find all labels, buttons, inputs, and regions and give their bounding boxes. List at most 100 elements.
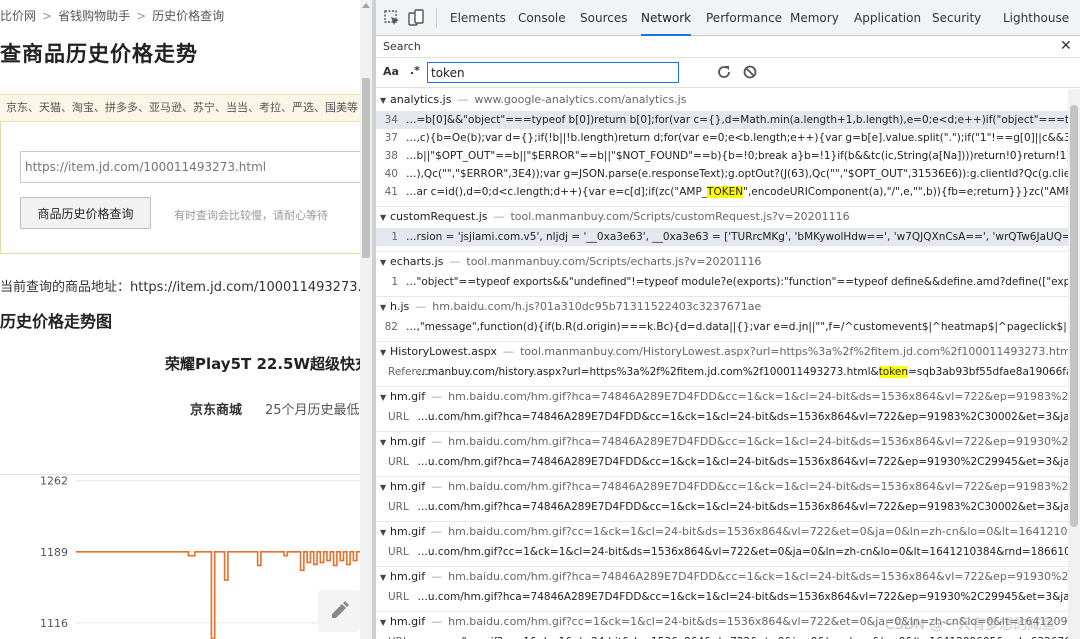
result-file-header[interactable]: ▼ hm.gif — hm.baidu.com/hm.gif?hca=74846A28…: [376, 435, 1068, 451]
match-highlight: token: [878, 366, 909, 378]
expand-triangle-icon[interactable]: ▼: [380, 528, 390, 537]
match-case-toggle[interactable]: Aa: [383, 65, 399, 78]
page-scrollbar-thumb[interactable]: [362, 78, 370, 258]
result-file-url: tool.manmanbuy.com/Scripts/customRequest…: [510, 210, 850, 223]
result-separator: —: [449, 255, 461, 268]
refresh-icon[interactable]: [716, 64, 732, 80]
devtools-panel: Elements Console Sources Network Performance…: [376, 0, 1080, 639]
tab-security[interactable]: Security: [932, 0, 981, 36]
scroll-up-arrow-icon[interactable]: [362, 3, 370, 8]
result-match-line[interactable]: 41 …ar c=id(),d=0;d<c.length;d++){var e=c…: [376, 183, 1068, 201]
breadcrumb-separator: >: [42, 9, 53, 23]
supported-platforms: 京东、天猫、淘宝、拼多多、亚马逊、苏宁、当当、考拉、严选、国美等: [0, 94, 362, 122]
result-file-header[interactable]: ▼ hm.gif — hm.baidu.com/hm.gif?hca=74846A28…: [376, 390, 1068, 406]
match-field-label: URL: [388, 411, 409, 423]
result-file-url: hm.baidu.com/hm.gif?cc=1&ck=1&cl=24-bit&…: [448, 525, 1068, 538]
match-text: …u.com/hm.gif?hca=74846A289E7D4FDD&cc=1&…: [417, 456, 1068, 468]
results-scrollbar-thumb[interactable]: [1070, 105, 1078, 527]
result-match-line[interactable]: 82 …,"message",function(d){if(b.R(d.origi…: [376, 318, 1068, 336]
breadcrumb-link-assistant[interactable]: 省钱购物助手: [58, 9, 130, 23]
tab-sources[interactable]: Sources: [580, 0, 627, 36]
search-input[interactable]: [427, 62, 679, 83]
match-text: …"object"==typeof exports&&"undefined"!=…: [406, 276, 1068, 288]
match-text: …u.com/hm.gif?hca=74846A289E7D4FDD&cc=1&…: [417, 411, 1068, 423]
expand-triangle-icon[interactable]: ▼: [380, 483, 390, 492]
result-separator: —: [493, 210, 505, 223]
match-field-label: URL: [388, 501, 409, 513]
expand-triangle-icon[interactable]: ▼: [380, 618, 390, 627]
tab-network[interactable]: Network: [641, 0, 692, 36]
search-drawer-header: Search ✕: [376, 36, 1080, 58]
result-match-line[interactable]: 38 …b||"$OPT_OUT"==b||"$ERROR"==b||"$NOT_…: [376, 147, 1068, 165]
result-match-line[interactable]: URL …u.com/hm.gif?hca=74846A289E7D4FDD&c…: [376, 588, 1068, 606]
expand-triangle-icon[interactable]: ▼: [380, 303, 390, 312]
result-match-line[interactable]: URL …u.com/hm.gif?hca=74846A289E7D4FDD&c…: [376, 453, 1068, 471]
chart-divider: [0, 474, 360, 475]
match-field-label: URL: [376, 633, 414, 639]
result-separator: —: [431, 570, 443, 583]
y-tick-label: 1189: [40, 546, 68, 559]
result-file-name: h.js: [390, 300, 410, 313]
line-number: 37: [384, 132, 398, 144]
inspect-element-icon[interactable]: [383, 9, 401, 27]
history-range: 25个月历史最低: [265, 403, 360, 418]
result-file-header[interactable]: ▼ echarts.js — tool.manmanbuy.com/Scripts/e…: [376, 255, 761, 271]
result-separator: —: [431, 615, 443, 628]
result-file-header[interactable]: ▼ hm.gif — hm.baidu.com/hm.gif?hca=74846A28…: [376, 480, 1068, 496]
result-match-line[interactable]: 37 …,c){b=Oe(b);var d={};if(!b||!b.length…: [376, 129, 1068, 147]
result-file-header[interactable]: ▼ h.js — hm.baidu.com/h.js?01a310dc95b71311…: [376, 300, 761, 316]
match-text: …,"message",function(d){if(b.R(d.origin)…: [406, 321, 1068, 333]
results-scrollbar[interactable]: [1068, 89, 1080, 639]
result-match-line[interactable]: URL …u.com/hm.gif?hca=74846A289E7D4FDD&c…: [376, 408, 1068, 426]
match-highlight: TOKEN: [707, 186, 744, 198]
history-price-query-button[interactable]: 商品历史价格查询: [20, 197, 151, 229]
result-file-header[interactable]: ▼ HistoryLowest.aspx — tool.manmanbuy.com/H…: [376, 345, 1068, 361]
result-match-line[interactable]: 34 …=b[0]&&"object"===typeof b[0])return …: [376, 111, 1068, 129]
expand-triangle-icon[interactable]: ▼: [380, 393, 390, 402]
result-match-line[interactable]: Referer: …manbuy.com/history.aspx?url=ht…: [376, 363, 1068, 381]
result-match-line[interactable]: 1 …rsion = 'jsjiami.com.v5', nljdj = '__0…: [376, 228, 1068, 246]
devtools-tabbar: Elements Console Sources Network Performance…: [376, 0, 1080, 36]
result-file-header[interactable]: ▼ customRequest.js — tool.manmanbuy.com/Scr…: [376, 210, 850, 226]
query-hint: 有时查询会比较慢，请耐心等待: [174, 209, 328, 222]
expand-triangle-icon[interactable]: ▼: [380, 258, 390, 267]
expand-triangle-icon[interactable]: ▼: [380, 438, 390, 447]
breadcrumb: 比价网 > 省钱购物助手 > 历史价格查询: [0, 7, 224, 24]
expand-triangle-icon[interactable]: ▼: [380, 573, 390, 582]
tab-performance[interactable]: Performance: [706, 0, 782, 36]
line-number: 82: [384, 321, 398, 333]
tab-lighthouse[interactable]: Lighthouse: [1003, 0, 1069, 36]
result-group-divider: [376, 296, 1068, 297]
result-match-line[interactable]: 1 …"object"==typeof exports&&"undefined"!…: [376, 273, 1068, 291]
expand-triangle-icon[interactable]: ▼: [380, 213, 390, 222]
page-scrollbar[interactable]: [360, 0, 372, 639]
product-url-input[interactable]: [20, 151, 363, 183]
result-file-header[interactable]: ▼ analytics.js — www.google-analytics.com/a…: [376, 93, 686, 109]
result-file-name: hm.gif: [390, 390, 426, 403]
close-icon[interactable]: ✕: [1060, 38, 1072, 54]
result-group-divider: [376, 251, 1068, 252]
clear-icon[interactable]: [742, 64, 758, 80]
match-field-label: URL: [388, 456, 409, 468]
match-text: =sqb3ab93bf55dfae8a19066faf3…: [908, 366, 1068, 378]
tab-elements[interactable]: Elements: [450, 0, 506, 36]
tab-memory[interactable]: Memory: [790, 0, 839, 36]
tab-console[interactable]: Console: [518, 0, 566, 36]
result-separator: —: [457, 93, 469, 106]
result-group-divider: [376, 386, 1068, 387]
regex-toggle[interactable]: .*: [410, 64, 420, 77]
result-file-header[interactable]: ▼ hm.gif — hm.baidu.com/hm.gif?hca=74846A28…: [376, 570, 1068, 586]
tab-application[interactable]: Application: [854, 0, 921, 36]
result-match-line[interactable]: URL …u.com/hm.gif?cc=1&ck=1&cl=24-bit&ds…: [376, 543, 1068, 561]
edit-button[interactable]: [318, 590, 360, 632]
result-file-name: echarts.js: [390, 255, 444, 268]
result-match-line[interactable]: 40 …),Qc("","$ERROR",3E4));var g=JSON.par…: [376, 165, 1068, 183]
expand-triangle-icon[interactable]: ▼: [380, 96, 390, 105]
result-match-line[interactable]: URL …u.com/hm.gif?hca=74846A289E7D4FDD&c…: [376, 498, 1068, 516]
result-file-url: tool.manmanbuy.com/Scripts/echarts.js?v=…: [466, 255, 762, 268]
expand-triangle-icon[interactable]: ▼: [380, 348, 390, 357]
result-file-name: hm.gif: [390, 435, 426, 448]
breadcrumb-link-home[interactable]: 比价网: [0, 9, 36, 23]
device-toolbar-icon[interactable]: [407, 9, 425, 27]
result-file-header[interactable]: ▼ hm.gif — hm.baidu.com/hm.gif?cc=1&ck=1&cl…: [376, 525, 1068, 541]
